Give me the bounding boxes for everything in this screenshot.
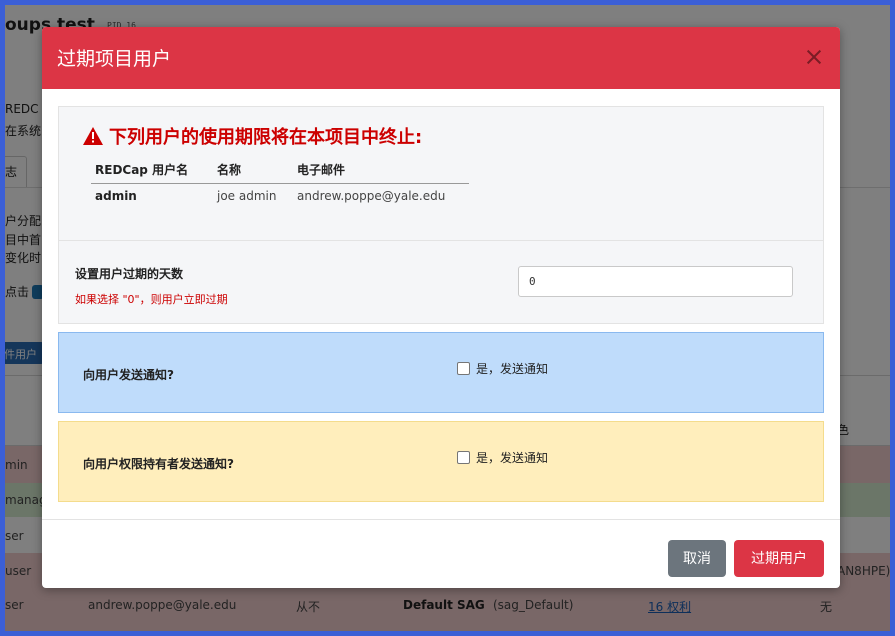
app-frame: oups test PID 16 REDC 在系统 志 户分配 目中首 变化时 …: [5, 5, 890, 631]
users-table: REDCap 用户名 名称 电子邮件 admin joe admin andre…: [91, 161, 469, 209]
dialog-title: 过期项目用户: [57, 48, 172, 70]
warning-heading: 下列用户的使用期限将在本项目中终止:: [83, 123, 422, 149]
notify-owners-option[interactable]: 是，发送通知: [457, 449, 548, 466]
warning-text: 下列用户的使用期限将在本项目中终止:: [109, 127, 423, 148]
days-input[interactable]: [518, 266, 793, 297]
dialog-footer: 取消 过期用户: [42, 519, 840, 588]
dialog-header: 过期项目用户: [42, 27, 840, 89]
warning-icon: [83, 127, 103, 145]
cell-name: joe admin: [217, 189, 277, 204]
expire-users-dialog: 过期项目用户 下列用户的使用期限将在本项目中终止: REDCap 用户名 名称 …: [42, 27, 840, 588]
notify-users-checkbox[interactable]: [457, 362, 470, 375]
days-hint: 如果选择 "0"，则用户立即过期: [75, 293, 228, 306]
notify-users-checkbox-label: 是，发送通知: [476, 362, 549, 376]
notify-users-question: 向用户发送通知?: [83, 368, 174, 382]
notify-owners-question: 向用户权限持有者发送通知?: [83, 457, 234, 471]
notify-owners-checkbox-label: 是，发送通知: [476, 451, 549, 465]
col-name: 名称: [213, 161, 293, 184]
cancel-button[interactable]: 取消: [668, 540, 726, 577]
expire-users-button[interactable]: 过期用户: [734, 540, 824, 577]
expire-days-panel: 设置用户过期的天数 如果选择 "0"，则用户立即过期: [58, 240, 824, 324]
notify-users-panel: 向用户发送通知? 是，发送通知: [58, 332, 824, 413]
col-username: REDCap 用户名: [91, 161, 213, 184]
table-header-row: REDCap 用户名 名称 电子邮件: [91, 161, 469, 184]
warning-panel: 下列用户的使用期限将在本项目中终止: REDCap 用户名 名称 电子邮件 ad…: [58, 106, 824, 242]
cell-username: admin: [95, 189, 137, 204]
cell-email: andrew.poppe@yale.edu: [297, 189, 446, 204]
notify-users-option[interactable]: 是，发送通知: [457, 360, 548, 377]
close-icon[interactable]: [804, 47, 824, 67]
col-email: 电子邮件: [293, 161, 469, 184]
table-row: admin joe admin andrew.poppe@yale.edu: [91, 183, 469, 209]
notify-owners-checkbox[interactable]: [457, 451, 470, 464]
notify-owners-panel: 向用户权限持有者发送通知? 是，发送通知: [58, 421, 824, 502]
days-label: 设置用户过期的天数: [75, 267, 184, 281]
